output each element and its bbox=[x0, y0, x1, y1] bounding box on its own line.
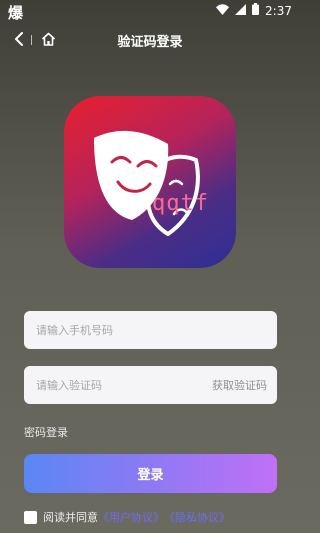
privacy-agreement-link[interactable]: 《隐私协议》 bbox=[164, 509, 230, 525]
phone-input[interactable] bbox=[34, 322, 188, 338]
app-logo: qqtf bbox=[64, 96, 236, 268]
status-app-glyph: 爆 bbox=[8, 4, 24, 22]
get-code-button[interactable]: 获取验证码 bbox=[212, 377, 267, 393]
signal-icon bbox=[235, 3, 247, 18]
theater-masks-icon bbox=[94, 130, 200, 236]
phone-field[interactable] bbox=[24, 311, 277, 349]
nav-bar: 验证码登录 bbox=[0, 26, 300, 54]
agreement-prefix: 阅读并同意 bbox=[43, 511, 98, 524]
status-bar: 爆 2:37 bbox=[0, 0, 300, 22]
login-button[interactable]: 登录 bbox=[24, 454, 277, 493]
user-agreement-link[interactable]: 《用户协议》 bbox=[98, 509, 164, 525]
status-time: 2:37 bbox=[265, 3, 292, 18]
wifi-icon bbox=[216, 3, 230, 18]
battery-icon bbox=[252, 3, 260, 18]
status-right-group: 2:37 bbox=[216, 3, 292, 18]
code-input[interactable] bbox=[34, 377, 188, 393]
code-field[interactable]: 获取验证码 bbox=[24, 366, 277, 404]
page-title: 验证码登录 bbox=[117, 35, 183, 50]
agreement-checkbox[interactable] bbox=[24, 510, 37, 524]
agreement-row: 阅读并同意 《用户协议》 《隐私协议》 bbox=[24, 509, 230, 525]
password-login-link[interactable]: 密码登录 bbox=[24, 424, 68, 440]
logo-text: qqtf bbox=[152, 191, 209, 216]
